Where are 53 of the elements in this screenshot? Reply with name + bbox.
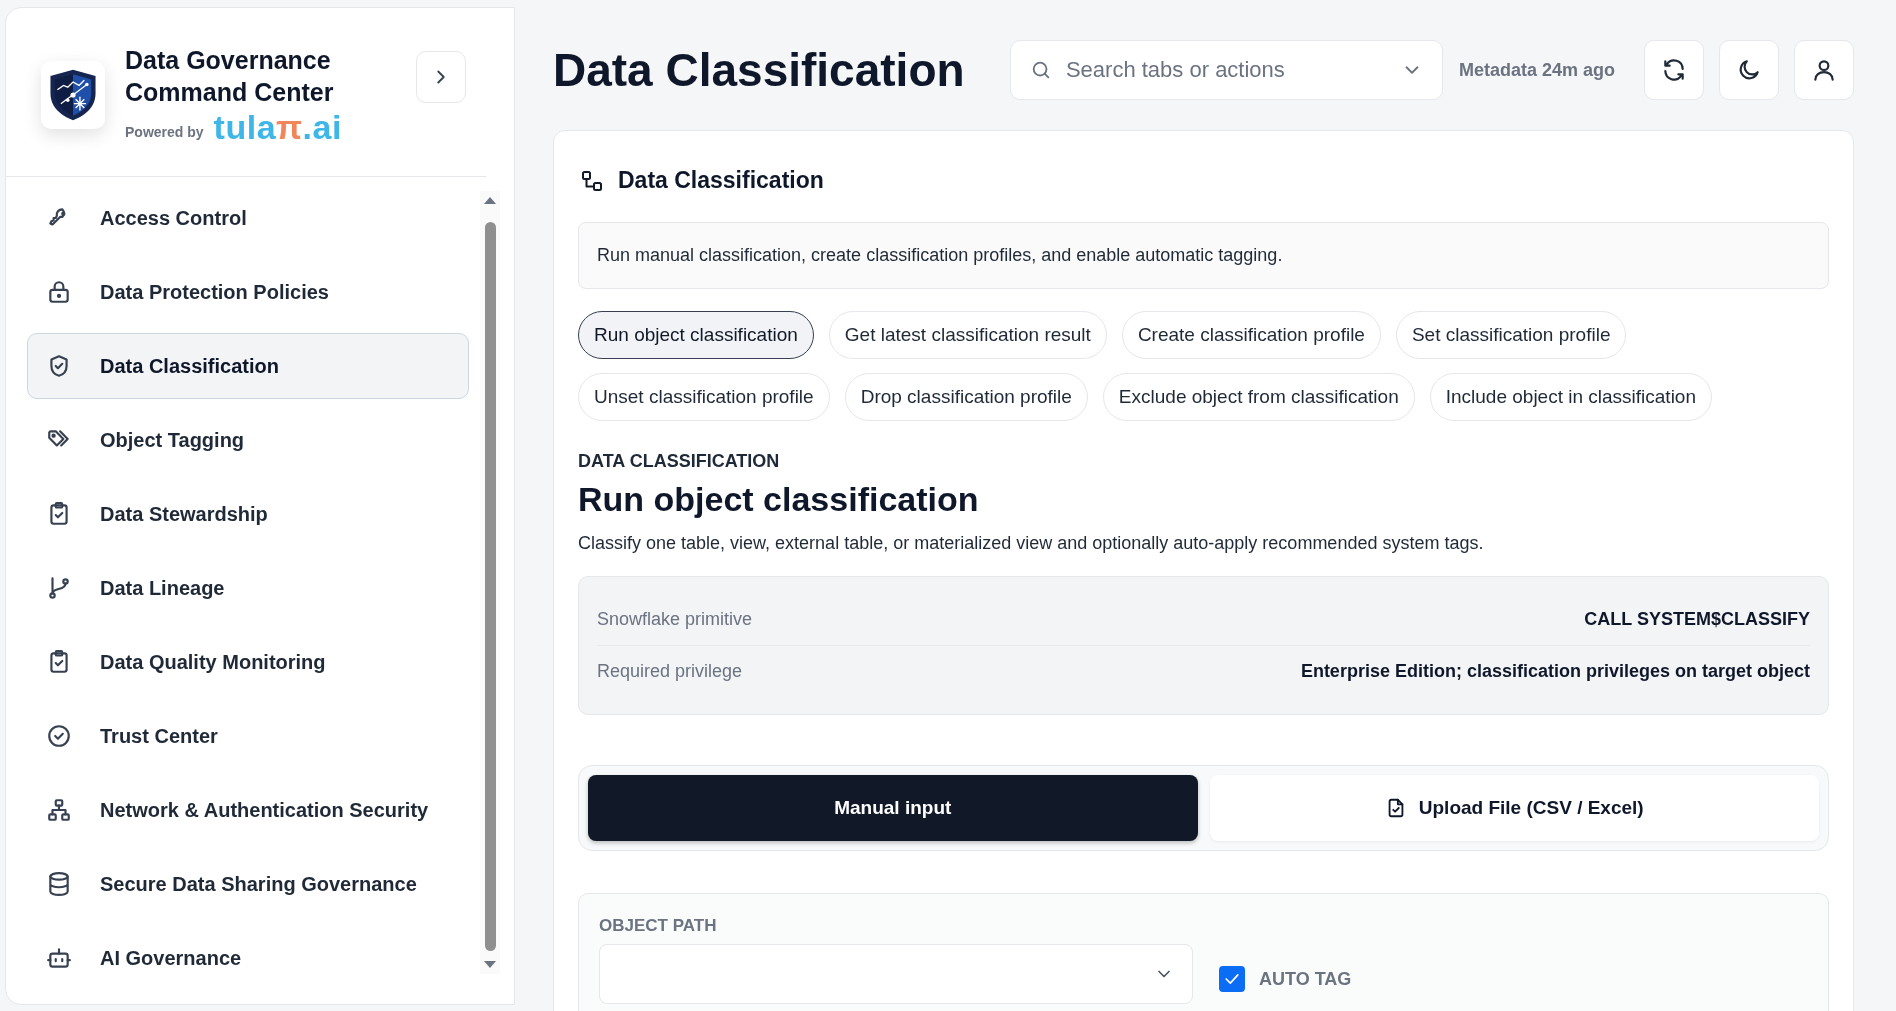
profile-button[interactable] <box>1794 40 1854 100</box>
card-title: Data Classification <box>618 167 824 194</box>
robot-icon <box>46 945 72 971</box>
action-chip[interactable]: Create classification profile <box>1121 311 1381 359</box>
section-description: Classify one table, view, external table, or materialized view and optionally auto-apply recommended system tags. <box>578 533 1485 554</box>
nav-item[interactable]: Secure Data Sharing Governance <box>27 851 469 917</box>
metadata-age: Metadata 24m ago <box>1458 59 1615 81</box>
refresh-button[interactable] <box>1644 40 1704 100</box>
app-title: Data Governance Command Center <box>125 45 335 108</box>
nav-item[interactable]: Data Protection Policies <box>27 259 469 325</box>
check-circle-icon <box>46 723 72 749</box>
page-title: Data Classification <box>553 43 966 97</box>
network-icon <box>46 797 72 823</box>
nav-item[interactable]: Data Classification <box>27 333 469 399</box>
nav-item[interactable]: Network & Authentication Security <box>27 777 469 843</box>
checkbox-label: AUTO TAG <box>1259 968 1352 990</box>
powered-by-label: Powered by <box>125 124 204 142</box>
action-chip[interactable]: Exclude object from classification <box>1102 373 1415 421</box>
nav-item[interactable]: Object Tagging <box>27 407 469 473</box>
mode-tab[interactable]: Manual input <box>588 775 1198 841</box>
app-logo <box>41 61 105 129</box>
detail-value: Enterprise Edition; classification privileges on target object <box>1300 661 1810 682</box>
action-chip[interactable]: Unset classification profile <box>578 373 830 421</box>
lock-icon <box>46 279 72 305</box>
action-chip[interactable]: Set classification profile <box>1395 311 1627 359</box>
database-icon <box>46 871 72 897</box>
brand-logo: tulaπ.ai <box>213 108 342 146</box>
detail-label: Snowflake primitive <box>597 609 753 630</box>
section-label: DATA CLASSIFICATION <box>578 451 781 472</box>
branch-icon <box>46 575 72 601</box>
scrollbar[interactable] <box>480 191 500 974</box>
detail-label: Required privilege <box>597 661 743 682</box>
nav-item[interactable]: Data Stewardship <box>27 481 469 547</box>
shapes-icon <box>580 168 604 193</box>
action-chip[interactable]: Drop classification profile <box>844 373 1088 421</box>
action-chip[interactable]: Run object classification <box>578 311 814 359</box>
action-chip[interactable]: Get latest classification result <box>828 311 1107 359</box>
field-label: OBJECT PATH <box>599 916 718 936</box>
refresh-icon <box>1661 57 1687 83</box>
description-box: Run manual classification, create classification profiles, and enable automatic tagging. <box>578 222 1829 289</box>
detail-value: CALL SYSTEM$CLASSIFY <box>1584 609 1810 630</box>
nav-item[interactable]: Access Control <box>27 185 469 251</box>
mode-tab[interactable]: Upload File (CSV / Excel) <box>1209 775 1819 841</box>
nav-item[interactable]: AI Governance <box>27 925 469 991</box>
search-field[interactable]: Search tabs or actions <box>1009 40 1443 100</box>
nav-item[interactable]: Trust Center <box>27 703 469 769</box>
section-heading: Run object classification <box>578 480 980 519</box>
nav-item[interactable]: Data Lineage <box>27 555 469 621</box>
user-icon <box>1811 57 1837 83</box>
auto-tag-checkbox[interactable] <box>1219 966 1245 992</box>
theme-button[interactable] <box>1719 40 1779 100</box>
action-chip[interactable]: Include object in classification <box>1429 373 1712 421</box>
nav-item[interactable]: Data Quality Monitoring <box>27 629 469 695</box>
